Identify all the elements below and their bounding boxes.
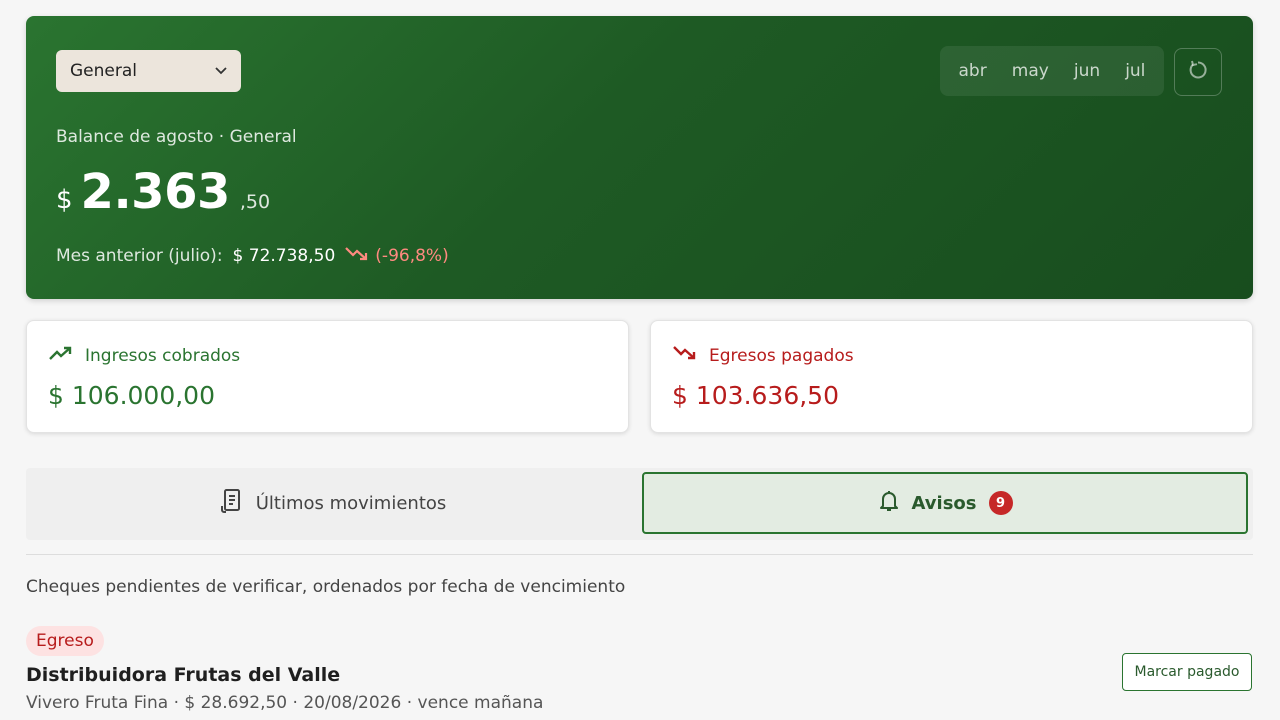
expense-value: $ 103.636,50 (672, 381, 839, 410)
mark-paid-button[interactable]: Marcar pagado (1122, 653, 1252, 691)
month-selector: abr may jun jul (940, 46, 1164, 96)
previous-month-value: $ 72.738,50 (232, 245, 336, 266)
trending-down-icon (345, 245, 371, 266)
previous-month-change: (-96,8%) (345, 245, 449, 266)
tab-alerts-label: Avisos (911, 492, 977, 514)
expense-label: Egresos pagados (709, 345, 854, 366)
refresh-icon (1186, 58, 1210, 86)
balance-currency: $ (56, 185, 73, 215)
alerts-description: Cheques pendientes de verificar, ordenad… (26, 577, 626, 597)
balance-amount: $ 2.363 ,50 (56, 164, 270, 220)
income-value: $ 106.000,00 (48, 381, 215, 410)
tab-alerts[interactable]: Avisos 9 (642, 472, 1248, 534)
income-card-header: Ingresos cobrados (49, 345, 240, 366)
refresh-button[interactable] (1174, 48, 1222, 96)
trending-up-icon (49, 345, 75, 366)
tab-movements-label: Últimos movimientos (255, 492, 447, 514)
divider (26, 554, 1253, 555)
alert-item-subtitle: Vivero Fruta Fina · $ 28.692,50 · 20/08/… (26, 693, 544, 713)
previous-month-change-value: (-96,8%) (375, 245, 449, 266)
month-apr[interactable]: abr (959, 61, 987, 81)
receipt-icon (220, 488, 244, 519)
balance-panel: General abr may jun jul Balance de agost… (26, 16, 1253, 299)
previous-month-label: Mes anterior (julio): (56, 245, 223, 266)
alert-type-badge: Egreso (26, 626, 104, 656)
income-card: Ingresos cobrados $ 106.000,00 (26, 320, 629, 433)
month-may[interactable]: may (1012, 61, 1049, 81)
balance-decimals: ,50 (239, 191, 271, 213)
trending-down-icon (673, 345, 699, 366)
tab-movements[interactable]: Últimos movimientos (26, 472, 640, 534)
previous-month: Mes anterior (julio): $ 72.738,50 (-96,8… (56, 245, 449, 266)
income-label: Ingresos cobrados (85, 345, 241, 366)
expense-card-header: Egresos pagados (673, 345, 854, 366)
alert-item-title: Distribuidora Frutas del Valle (26, 664, 341, 686)
balance-label: Balance de agosto · General (56, 127, 297, 147)
bell-icon (878, 489, 900, 518)
expense-card: Egresos pagados $ 103.636,50 (650, 320, 1253, 433)
alerts-count-badge: 9 (988, 491, 1013, 515)
month-jul[interactable]: jul (1125, 61, 1145, 81)
account-select[interactable]: General (56, 50, 241, 92)
account-select-value: General (70, 61, 137, 81)
chevron-down-icon (215, 64, 227, 78)
balance-integer: 2.363 (80, 164, 231, 220)
month-jun[interactable]: jun (1074, 61, 1100, 81)
tab-bar: Últimos movimientos Avisos 9 (26, 468, 1253, 540)
